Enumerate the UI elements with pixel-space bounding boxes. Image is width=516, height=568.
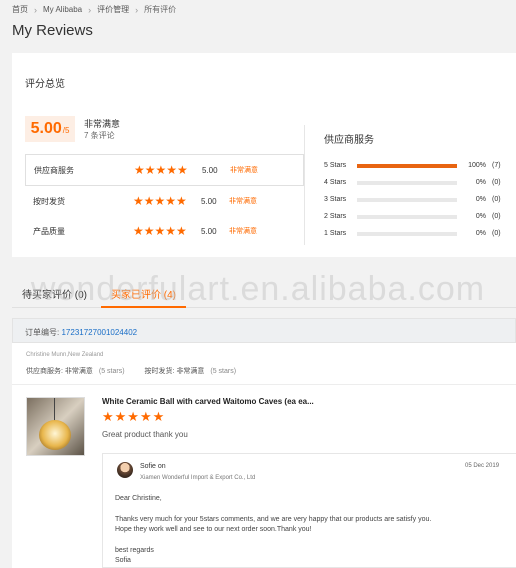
distribution-percent: 100% <box>468 162 486 169</box>
distribution-bar <box>357 214 457 219</box>
distribution-count: (0) <box>492 196 501 203</box>
star-rating-icon: ★★★★★ <box>102 409 166 424</box>
reply-company: Xiamen Wonderful Import & Export Co., Lt… <box>140 475 256 481</box>
chevron-right-icon: › <box>88 4 92 15</box>
distribution-row: 5 Stars 100% (7) <box>324 157 514 174</box>
rating-stars-text: (5 stars) <box>98 368 125 375</box>
reply-line-2: Hope they work well and see to our next … <box>115 526 312 533</box>
overall-score-label: 非常满意 <box>84 119 121 129</box>
rating-row-label: 产品质量 <box>33 226 65 236</box>
supplier-reply: Sofie on Xiamen Wonderful Import & Expor… <box>102 453 516 568</box>
rating-value: 5.00 <box>202 165 218 175</box>
overall-score-suffix: /5 <box>62 126 70 135</box>
rating-row-on-time-delivery[interactable]: 按时发货 ★★★★★ 5.00 非常满意 <box>25 186 304 216</box>
breadcrumb-home[interactable]: 首页 <box>12 4 28 15</box>
breadcrumb-my-alibaba[interactable]: My Alibaba <box>43 5 82 14</box>
rating-tag: 非常满意 <box>229 228 257 235</box>
overall-score-badge: 5.00 /5 <box>25 116 75 142</box>
chevron-right-icon: › <box>34 4 37 15</box>
rating-value: 非常满意 <box>64 368 93 375</box>
buyer-location: Christine Munn,New Zealand <box>26 352 104 358</box>
order-number-bar: 订单编号: 17231727001024402 <box>12 318 516 343</box>
distribution-percent: 0% <box>475 179 486 186</box>
distribution-bar <box>357 197 457 202</box>
rating-value: 5.00 <box>201 226 217 236</box>
buyer-ratings: 供应商服务: 非常满意 (5 stars) 按时发货: 非常满意 (5 star… <box>26 366 256 376</box>
page-title: My Reviews <box>12 22 93 39</box>
divider <box>304 125 305 245</box>
review-card: Christine Munn,New Zealand 供应商服务: 非常满意 (… <box>12 343 516 568</box>
distribution-percent: 0% <box>475 213 486 220</box>
star-rating-icon: ★★★★★ <box>134 163 188 177</box>
distribution-row: 1 Stars 0% (0) <box>324 225 514 242</box>
star-rating-icon: ★★★★★ <box>133 224 187 238</box>
distribution-row: 3 Stars 0% (0) <box>324 191 514 208</box>
rating-summary-card: 评分总览 5.00 /5 非常满意 7 条评论 供应商服务 ★★★★★ 5.00… <box>12 53 516 257</box>
rating-breakdown: 供应商服务 ★★★★★ 5.00 非常满意 按时发货 ★★★★★ 5.00 非常… <box>25 154 304 246</box>
distribution-label: 5 Stars <box>324 162 347 169</box>
distribution-percent: 0% <box>475 230 486 237</box>
distribution-row: 2 Stars 0% (0) <box>324 208 514 225</box>
overall-score: 5.00 <box>30 120 62 137</box>
rating-row-label: 供应商服务 <box>34 165 74 175</box>
tab-buyer-reviewed[interactable]: 买家已评价 (4) <box>101 280 186 308</box>
summary-title: 评分总览 <box>25 79 65 90</box>
reply-author: Sofie on <box>140 463 166 470</box>
distribution-count: (0) <box>492 230 501 237</box>
reply-line-1: Thanks very much for your 5stars comment… <box>115 516 432 523</box>
product-image[interactable] <box>26 397 85 456</box>
supplier-service-rating: 供应商服务: 非常满意 (5 stars) <box>26 366 125 376</box>
rating-stars-text: (5 stars) <box>210 368 237 375</box>
rating-tag: 非常满意 <box>230 167 258 174</box>
rating-row-supplier-service[interactable]: 供应商服务 ★★★★★ 5.00 非常满意 <box>25 154 304 186</box>
reply-sign-2: Sofia <box>115 557 131 564</box>
star-distribution: 5 Stars 100% (7) 4 Stars 0% (0) 3 Stars … <box>324 157 514 242</box>
reply-greeting: Dear Christine, <box>115 495 162 502</box>
rating-row-product-quality[interactable]: 产品质量 ★★★★★ 5.00 非常满意 <box>25 216 304 246</box>
rating-tag: 非常满意 <box>229 198 257 205</box>
star-rating-icon: ★★★★★ <box>133 194 187 208</box>
distribution-bar <box>357 231 457 236</box>
distribution-title: 供应商服务 <box>324 135 374 146</box>
distribution-bar <box>357 180 457 185</box>
rating-value: 非常满意 <box>176 368 205 375</box>
review-comment: Great product thank you <box>102 430 188 439</box>
distribution-label: 2 Stars <box>324 213 347 220</box>
distribution-label: 3 Stars <box>324 196 347 203</box>
chevron-right-icon: › <box>135 4 139 15</box>
reply-sign-1: best regards <box>115 547 154 554</box>
reply-date: 05 Dec 2019 <box>465 463 500 469</box>
breadcrumb: 首页 › My Alibaba › 评价管理 › 所有评价 <box>12 4 176 15</box>
distribution-count: (0) <box>492 213 501 220</box>
product-title-link[interactable]: White Ceramic Ball with carved Waitomo C… <box>102 397 314 406</box>
ornament-string <box>54 398 55 421</box>
order-number-label: 订单编号: <box>25 328 60 337</box>
distribution-percent: 0% <box>475 196 486 203</box>
breadcrumb-review-management[interactable]: 评价管理 <box>97 4 129 15</box>
distribution-label: 4 Stars <box>324 179 347 186</box>
distribution-count: (7) <box>492 162 501 169</box>
rating-row-label: 按时发货 <box>33 196 65 206</box>
breadcrumb-all-reviews: 所有评价 <box>144 5 177 14</box>
rating-label: 按时发货: <box>144 368 175 375</box>
divider <box>12 384 516 385</box>
distribution-bar-fill <box>357 163 457 168</box>
review-tabs: 待买家评价 (0) 买家已评价 (4) <box>12 280 516 308</box>
ornament-ball <box>39 420 71 450</box>
rating-label: 供应商服务: <box>26 368 63 375</box>
avatar <box>117 462 133 478</box>
distribution-count: (0) <box>492 179 501 186</box>
distribution-row: 4 Stars 0% (0) <box>324 174 514 191</box>
delivery-rating: 按时发货: 非常满意 (5 stars) <box>145 366 237 376</box>
rating-value: 5.00 <box>201 196 217 206</box>
review-count: 7 条评论 <box>84 131 115 140</box>
distribution-bar <box>357 163 457 168</box>
distribution-label: 1 Stars <box>324 230 347 237</box>
tab-pending-buyer-review[interactable]: 待买家评价 (0) <box>12 280 97 308</box>
order-number-link[interactable]: 17231727001024402 <box>61 328 137 337</box>
